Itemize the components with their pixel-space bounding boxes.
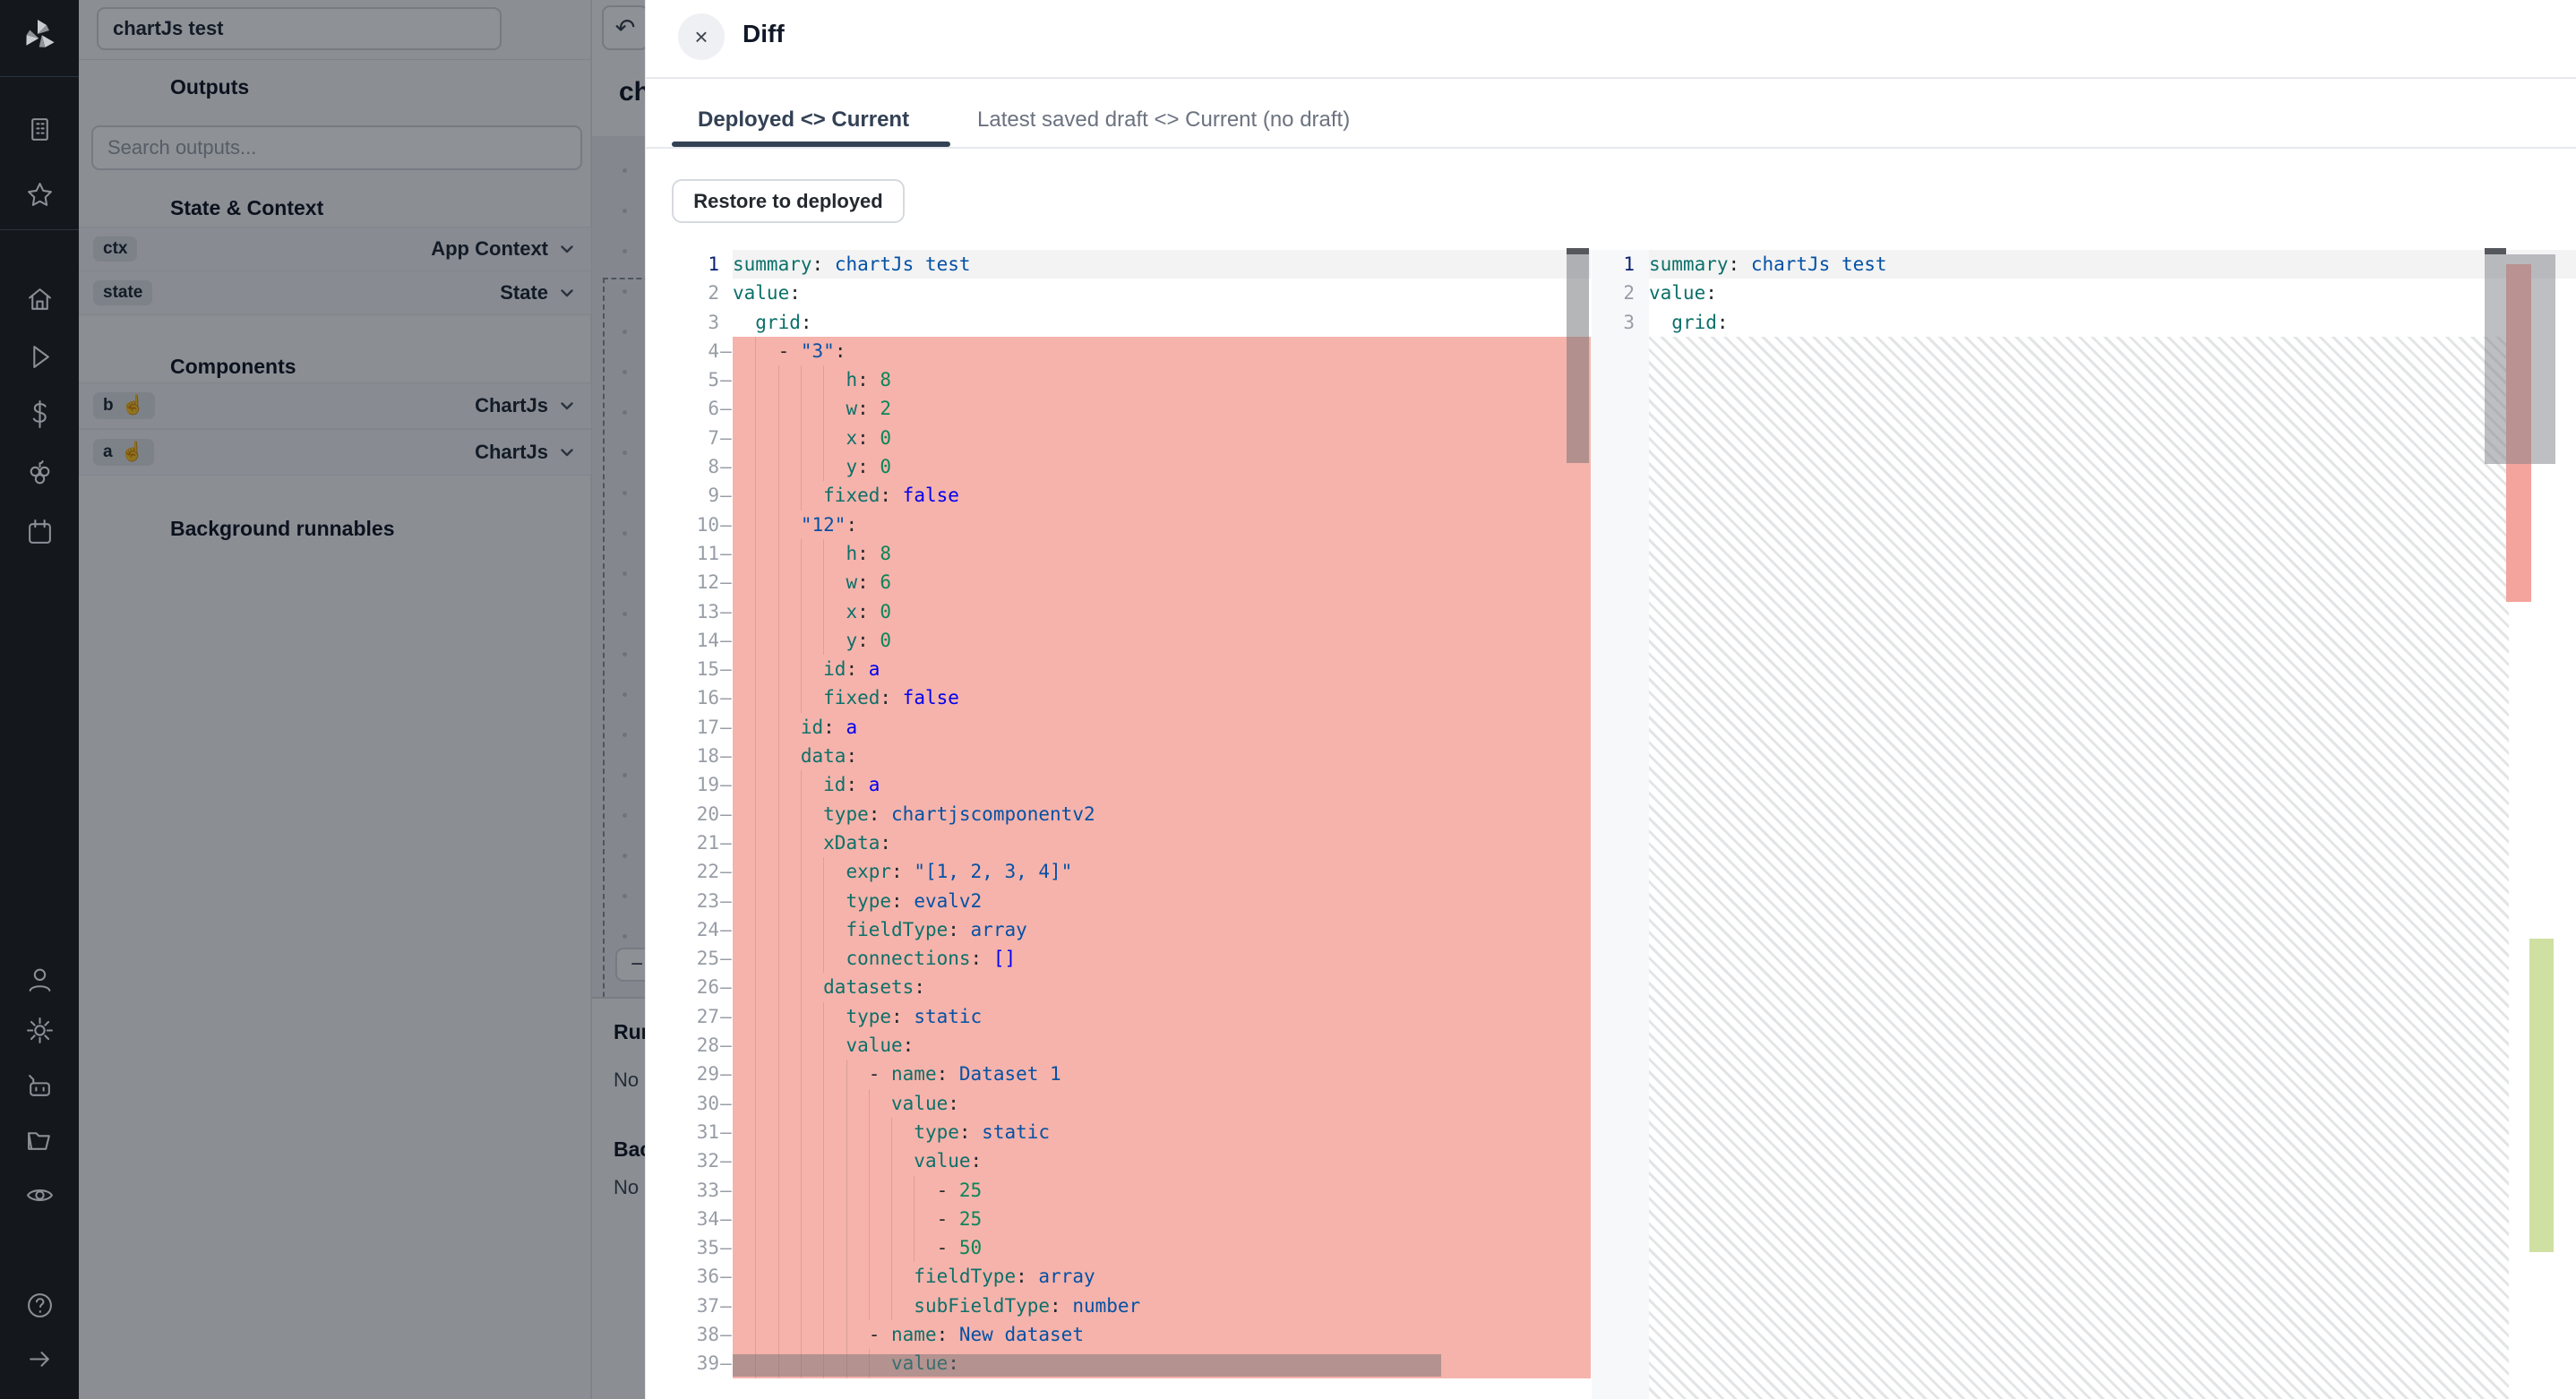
nav-rail bbox=[0, 0, 79, 1399]
rail-divider bbox=[0, 229, 79, 230]
gear-icon[interactable] bbox=[24, 1015, 55, 1045]
code-line: 12— w: 6 bbox=[680, 568, 1591, 597]
code-line: 38— - name: New dataset bbox=[680, 1320, 1591, 1349]
code-line: 23— type: evalv2 bbox=[680, 887, 1591, 915]
right-vertical-scrollbar-thumb[interactable] bbox=[2485, 254, 2555, 464]
code-line: 1summary: chartJs test bbox=[680, 250, 1591, 279]
header-divider bbox=[646, 77, 2576, 79]
code-line: 3 grid: bbox=[680, 308, 1591, 337]
code-line: 29— - name: Dataset 1 bbox=[680, 1060, 1591, 1088]
modal-backdrop[interactable] bbox=[79, 0, 645, 1399]
code-line: 7— x: 0 bbox=[680, 424, 1591, 452]
left-scrollbar-top-marker bbox=[1567, 248, 1589, 254]
code-line: 34— - 25 bbox=[680, 1205, 1591, 1233]
code-line: 2value: bbox=[680, 279, 1591, 307]
code-line: 24— fieldType: array bbox=[680, 915, 1591, 944]
code-line: 18— data: bbox=[680, 742, 1591, 770]
code-line: 14— y: 0 bbox=[680, 626, 1591, 655]
code-line: 30— value: bbox=[680, 1089, 1591, 1118]
diff-modal: × Diff Deployed <> Current Latest saved … bbox=[645, 0, 2576, 1399]
code-line: 35— - 50 bbox=[680, 1233, 1591, 1262]
robot-icon[interactable] bbox=[24, 1071, 55, 1102]
play-icon[interactable] bbox=[24, 341, 55, 372]
code-line: 4— - "3": bbox=[680, 337, 1591, 365]
code-line: 6— w: 2 bbox=[680, 394, 1591, 423]
code-line: 11— h: 8 bbox=[680, 539, 1591, 568]
code-line: 32— value: bbox=[680, 1146, 1591, 1175]
overview-ruler-added-marker bbox=[2529, 939, 2554, 1252]
code-line: 15— id: a bbox=[680, 655, 1591, 683]
restore-to-deployed-button[interactable]: Restore to deployed bbox=[672, 179, 905, 223]
code-line: 19— id: a bbox=[680, 770, 1591, 799]
code-line: 13— x: 0 bbox=[680, 597, 1591, 626]
code-line: 20— type: chartjscomponentv2 bbox=[680, 800, 1591, 828]
code-line: 26— datasets: bbox=[680, 973, 1591, 1001]
folder-icon[interactable] bbox=[24, 1125, 55, 1155]
right-scrollbar-top-marker bbox=[2485, 248, 2506, 254]
code-line: 28— value: bbox=[680, 1031, 1591, 1060]
code-line: 2value: bbox=[1592, 279, 2576, 307]
code-line: 36— fieldType: array bbox=[680, 1262, 1591, 1291]
left-vertical-scrollbar-thumb[interactable] bbox=[1567, 254, 1589, 463]
building-icon[interactable] bbox=[24, 114, 55, 144]
diff-right-editor[interactable]: 1summary: chartJs test2value:3 grid: bbox=[1592, 250, 2576, 1399]
help-icon[interactable] bbox=[24, 1290, 55, 1320]
home-icon[interactable] bbox=[24, 284, 55, 314]
code-line: 37— subFieldType: number bbox=[680, 1292, 1591, 1320]
code-line: 8— y: 0 bbox=[680, 452, 1591, 481]
code-line: 3 grid: bbox=[1592, 308, 2576, 337]
code-line: 21— xData: bbox=[680, 828, 1591, 857]
diff-left-editor[interactable]: 1summary: chartJs test2value:3 grid:4— -… bbox=[680, 250, 1591, 1399]
grapes-icon[interactable] bbox=[24, 458, 55, 488]
code-line: 33— - 25 bbox=[680, 1176, 1591, 1205]
close-button[interactable]: × bbox=[678, 13, 725, 60]
person-icon[interactable] bbox=[24, 964, 55, 994]
code-line: 22— expr: "[1, 2, 3, 4]" bbox=[680, 857, 1591, 886]
calendar-icon[interactable] bbox=[24, 517, 55, 547]
code-line: 27— type: static bbox=[680, 1002, 1591, 1031]
app-screen: Outputs State & Context Components Backg… bbox=[0, 0, 2576, 1399]
code-line: 31— type: static bbox=[680, 1118, 1591, 1146]
windmill-logo-icon[interactable] bbox=[20, 16, 59, 56]
code-line: 9— fixed: false bbox=[680, 481, 1591, 510]
left-horizontal-scrollbar-thumb[interactable] bbox=[733, 1354, 1441, 1377]
rail-divider bbox=[0, 76, 79, 77]
tab-deployed-current[interactable]: Deployed <> Current bbox=[698, 107, 909, 133]
dollar-icon[interactable] bbox=[24, 399, 55, 429]
code-line: 17— id: a bbox=[680, 713, 1591, 742]
eye-icon[interactable] bbox=[24, 1180, 55, 1210]
code-line: 25— connections: [] bbox=[680, 944, 1591, 973]
star-icon[interactable] bbox=[24, 179, 55, 210]
tab-draft-current[interactable]: Latest saved draft <> Current (no draft) bbox=[977, 107, 1350, 133]
tabs-divider bbox=[646, 147, 2576, 149]
code-line: 16— fixed: false bbox=[680, 683, 1591, 712]
modal-title: Diff bbox=[743, 20, 785, 48]
code-line: 5— h: 8 bbox=[680, 365, 1591, 394]
close-icon: × bbox=[694, 23, 708, 51]
active-tab-underline bbox=[672, 142, 950, 147]
arrow-right-icon[interactable] bbox=[24, 1343, 55, 1374]
removed-region-hatch bbox=[1649, 337, 2509, 1399]
code-line: 1summary: chartJs test bbox=[1592, 250, 2576, 279]
code-line: 10— "12": bbox=[680, 511, 1591, 539]
gutter-background bbox=[1592, 250, 1649, 1399]
